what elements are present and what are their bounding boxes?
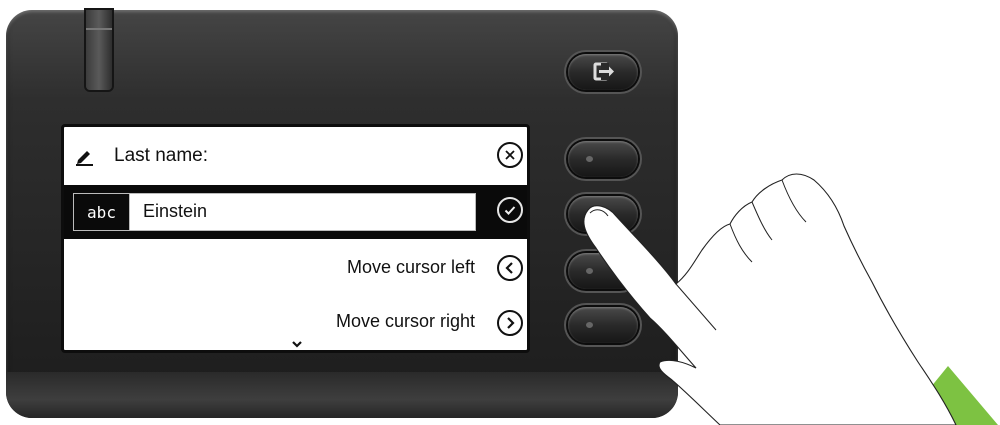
softkey-4[interactable] <box>568 307 638 343</box>
input-row[interactable]: abc Einstein <box>64 185 527 239</box>
option-move-cursor-left[interactable]: Move cursor left <box>64 251 527 291</box>
option-label: Move cursor left <box>346 257 475 277</box>
input-mode-badge: abc <box>73 193 129 231</box>
title-row: Last name: <box>64 127 527 183</box>
key-led <box>586 268 593 274</box>
exit-arrow-icon <box>593 62 614 81</box>
check-icon[interactable] <box>497 197 523 223</box>
softkey-3[interactable] <box>568 253 638 289</box>
last-name-input[interactable]: Einstein <box>129 193 476 231</box>
page-title: Last name: <box>114 145 208 166</box>
phone-housing-base <box>6 372 678 418</box>
leave-key[interactable] <box>568 54 638 90</box>
close-icon[interactable] <box>497 142 523 168</box>
handset-cradle <box>86 10 112 90</box>
chevron-down-icon <box>292 341 302 348</box>
key-led <box>586 322 593 328</box>
chevron-left-icon[interactable] <box>497 255 523 281</box>
softkey-2[interactable] <box>568 196 638 232</box>
key-led <box>586 156 593 162</box>
key-led <box>586 211 593 217</box>
softkey-1[interactable] <box>568 141 638 177</box>
chevron-right-icon[interactable] <box>497 310 523 336</box>
pencil-icon <box>76 151 93 166</box>
phone-display: Last name: abc Einstein Move cursor left… <box>61 124 530 353</box>
option-label: Move cursor right <box>335 311 475 331</box>
